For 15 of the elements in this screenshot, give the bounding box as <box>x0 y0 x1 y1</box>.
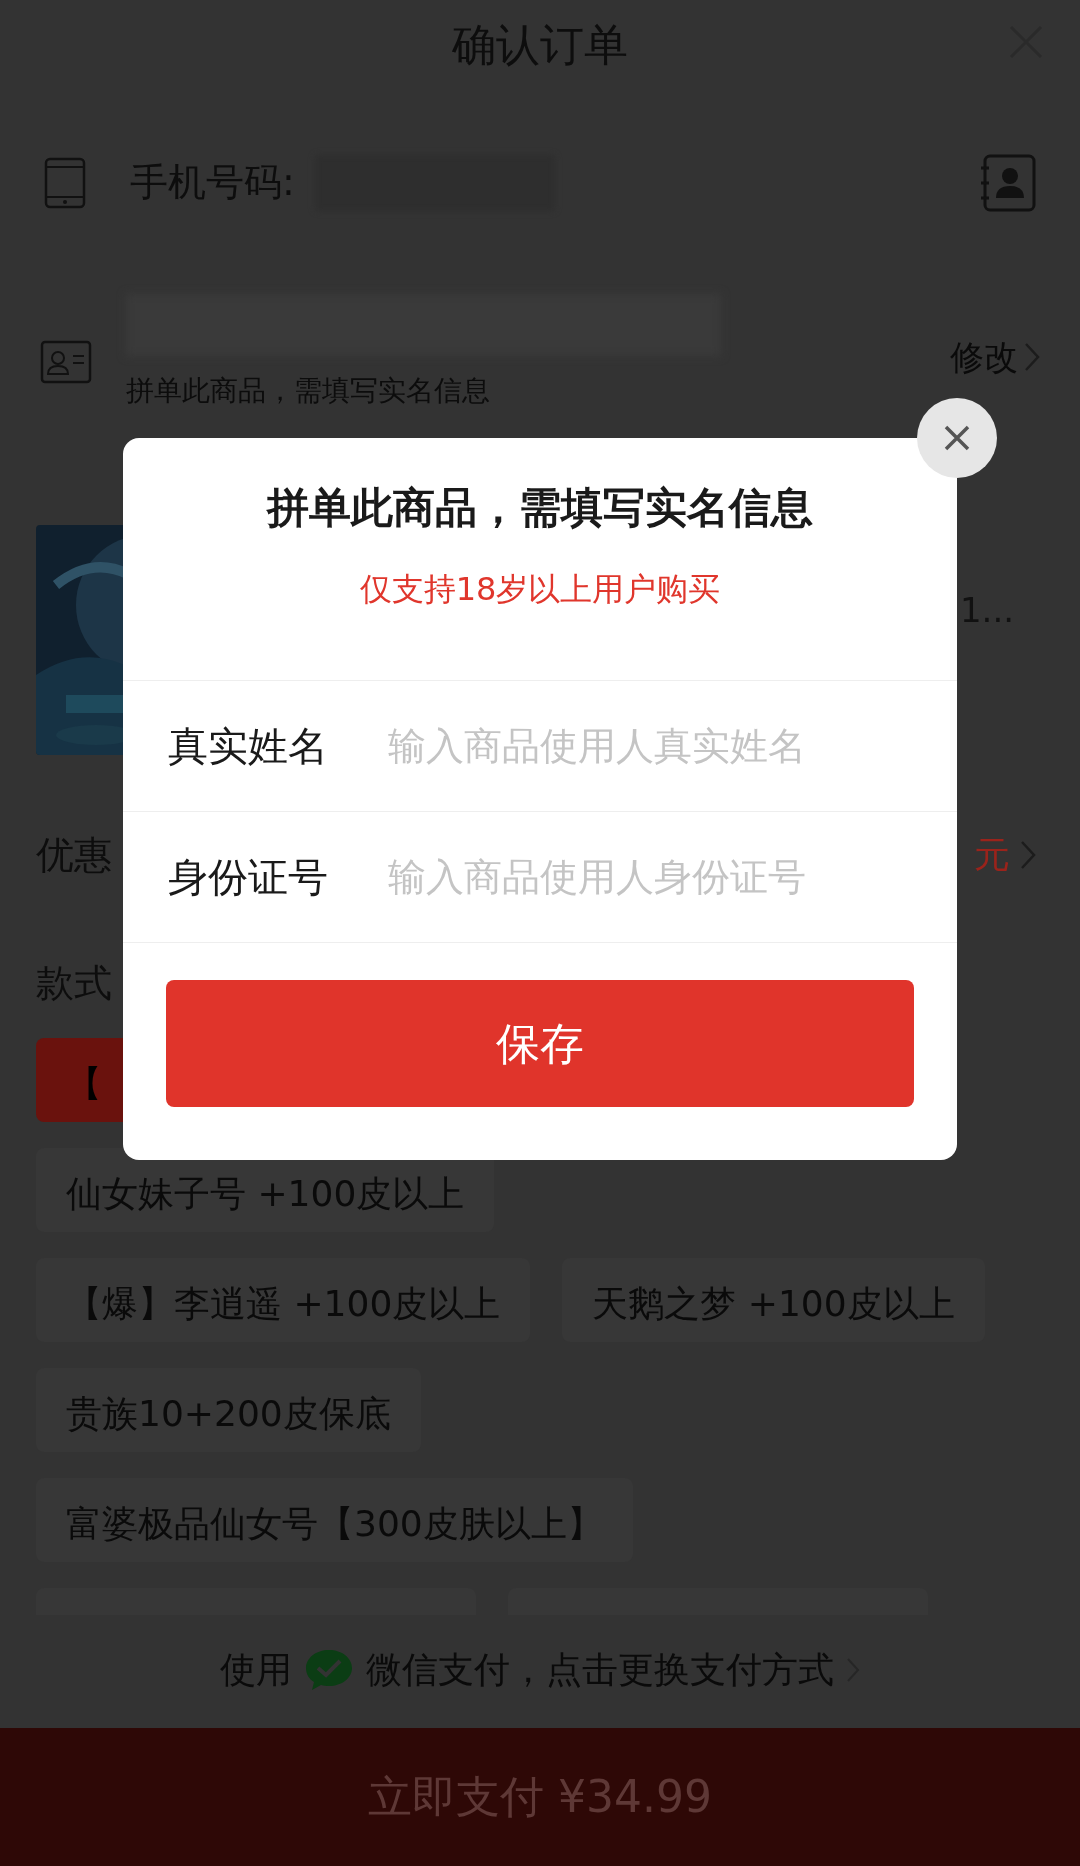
input-field[interactable]: 输入商品使用人身份证号 <box>388 842 927 912</box>
save-button[interactable]: 保存 <box>166 980 914 1107</box>
field-label: 真实姓名 <box>168 722 329 771</box>
phone-icon <box>44 156 86 209</box>
discount-value[interactable]: 元 <box>974 828 1036 882</box>
chat-bubble-icon <box>304 1648 354 1692</box>
age-notice: 仅支持18岁以上用户购买 <box>359 569 721 610</box>
id-card-icon <box>40 340 92 384</box>
close-icon <box>943 424 971 452</box>
input-field[interactable]: 输入商品使用人真实姓名 <box>388 711 927 781</box>
chevron-right-icon <box>1024 342 1040 372</box>
chevron-right-icon <box>1020 840 1036 870</box>
field-label: 身份证号 <box>168 853 329 902</box>
dialog-title: 拼单此商品，需填写实名信息 <box>267 482 813 534</box>
contacts-icon[interactable] <box>980 153 1036 212</box>
